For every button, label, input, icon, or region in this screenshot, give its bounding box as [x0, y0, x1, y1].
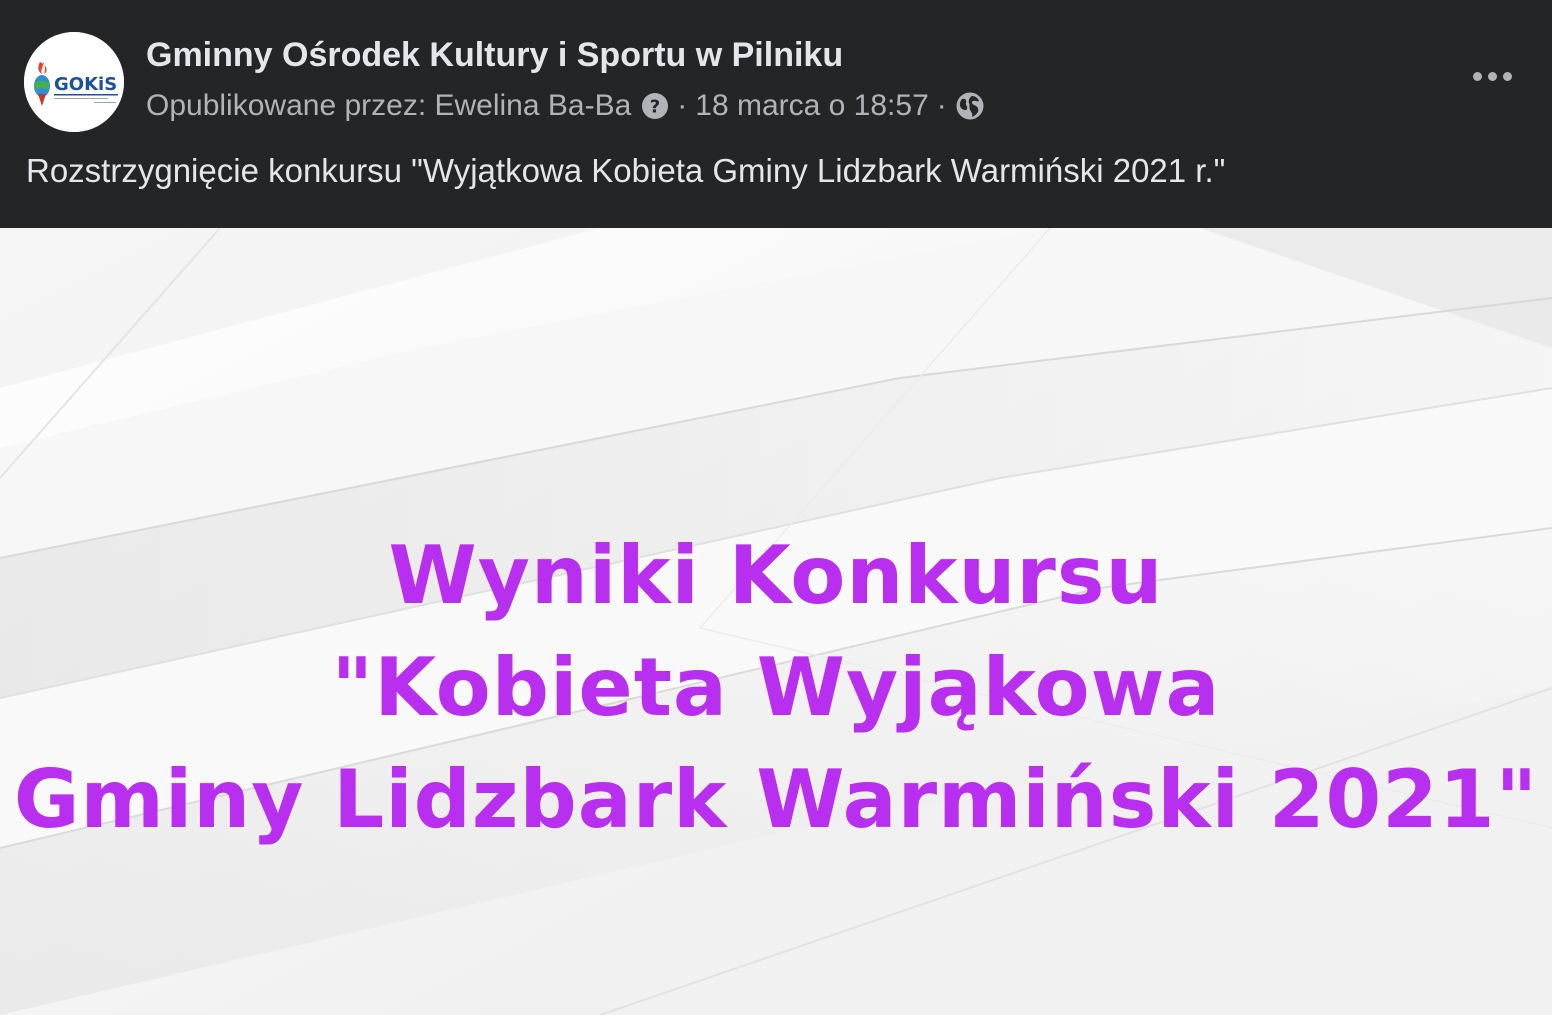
post-text: Rozstrzygnięcie konkursu "Wyjątkowa Kobi…: [26, 152, 1226, 189]
facebook-post: GOKiS Gminny Ośrodek Kultury i Sportu w …: [0, 0, 1552, 1015]
headline-line: Wyniki Konkursu: [388, 529, 1164, 622]
globe-icon[interactable]: [955, 91, 985, 121]
page-name-link[interactable]: Gminny Ośrodek Kultury i Sportu w Pilnik…: [146, 36, 843, 75]
more-horizontal-icon: [1472, 71, 1482, 81]
svg-text:?: ?: [650, 97, 660, 118]
more-options-button[interactable]: [1460, 52, 1524, 100]
gokis-logo: GOKiS: [24, 32, 124, 132]
image-headline: Wyniki Konkursu "Kobieta Wyjąkowa Gminy …: [0, 520, 1552, 856]
post-meta: Opublikowane przez: Ewelina Ba-Ba ? · 18…: [146, 86, 985, 126]
post-header: GOKiS Gminny Ośrodek Kultury i Sportu w …: [0, 0, 1552, 228]
headline-line: Gminy Lidzbark Warmiński 2021": [13, 753, 1539, 846]
meta-separator: ·: [936, 89, 947, 122]
page-avatar[interactable]: GOKiS: [24, 32, 124, 132]
post-image[interactable]: Wyniki Konkursu "Kobieta Wyjąkowa Gminy …: [0, 228, 1552, 1015]
question-circle-icon[interactable]: ?: [641, 92, 669, 120]
published-by-text: Opublikowane przez: Ewelina Ba-Ba: [146, 89, 632, 122]
headline-line: "Kobieta Wyjąkowa: [331, 641, 1221, 734]
logo-text: GOKiS: [54, 74, 117, 95]
meta-separator: ·: [677, 89, 688, 122]
post-timestamp[interactable]: 18 marca o 18:57: [695, 89, 928, 123]
